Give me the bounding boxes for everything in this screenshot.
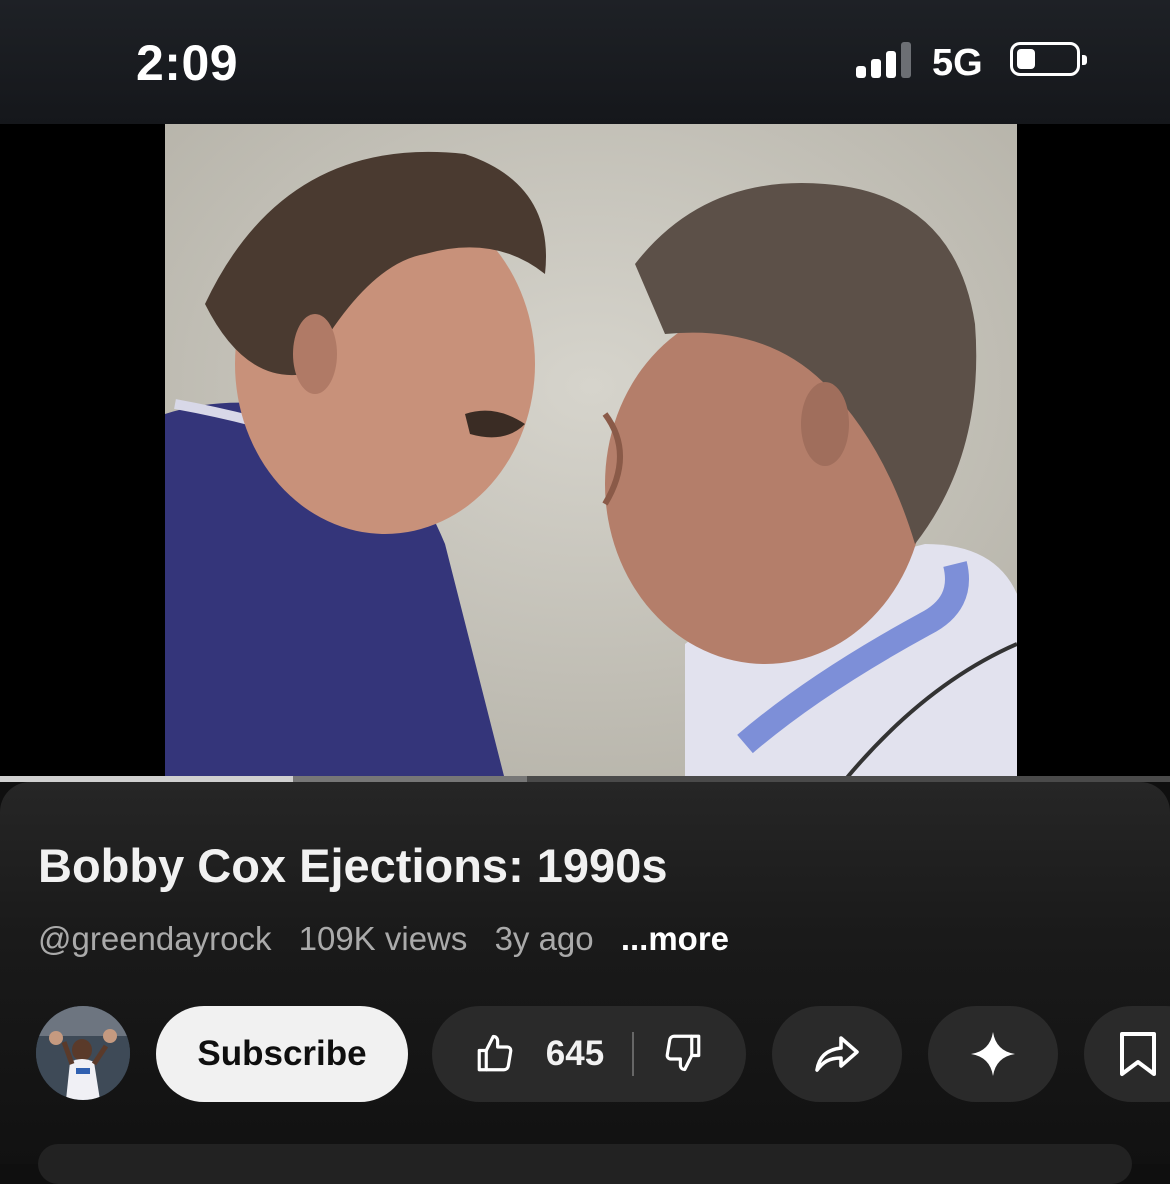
- comments-preview-panel[interactable]: [38, 1144, 1132, 1184]
- dislike-button[interactable]: [662, 1031, 704, 1078]
- video-info-panel: Bobby Cox Ejections: 1990s @greendayrock…: [0, 782, 1170, 1164]
- ask-ai-button[interactable]: [928, 1006, 1058, 1102]
- thumbs-down-icon: [665, 1034, 701, 1071]
- video-meta[interactable]: @greendayrock 109K views 3y ago ...more: [38, 920, 747, 958]
- share-button[interactable]: [772, 1006, 902, 1102]
- channel-handle[interactable]: @greendayrock: [38, 920, 271, 957]
- video-thumbnail[interactable]: [165, 124, 1017, 780]
- like-button[interactable]: 645: [474, 1033, 604, 1075]
- battery-icon: [1010, 42, 1087, 76]
- like-dislike-group: 645: [432, 1006, 746, 1102]
- upload-age: 3y ago: [494, 920, 594, 957]
- share-icon: [815, 1036, 859, 1072]
- like-count: 645: [545, 1034, 605, 1073]
- channel-avatar[interactable]: [36, 1006, 130, 1100]
- view-count: 109K views: [298, 920, 468, 957]
- more-link[interactable]: ...more: [621, 920, 729, 957]
- video-player[interactable]: [0, 124, 1170, 780]
- signal-bars-icon: [856, 40, 914, 78]
- sparkle-icon: [971, 1032, 1015, 1076]
- status-bar: 2:09 5G: [0, 0, 1170, 124]
- save-button[interactable]: [1084, 1006, 1170, 1102]
- status-time: 2:09: [136, 35, 239, 91]
- network-type: 5G: [932, 42, 983, 84]
- thumbs-up-icon: [477, 1034, 513, 1072]
- video-title[interactable]: Bobby Cox Ejections: 1990s: [38, 838, 667, 893]
- bookmark-icon: [1120, 1032, 1156, 1076]
- subscribe-button[interactable]: Subscribe: [156, 1006, 408, 1102]
- like-divider: [632, 1032, 635, 1076]
